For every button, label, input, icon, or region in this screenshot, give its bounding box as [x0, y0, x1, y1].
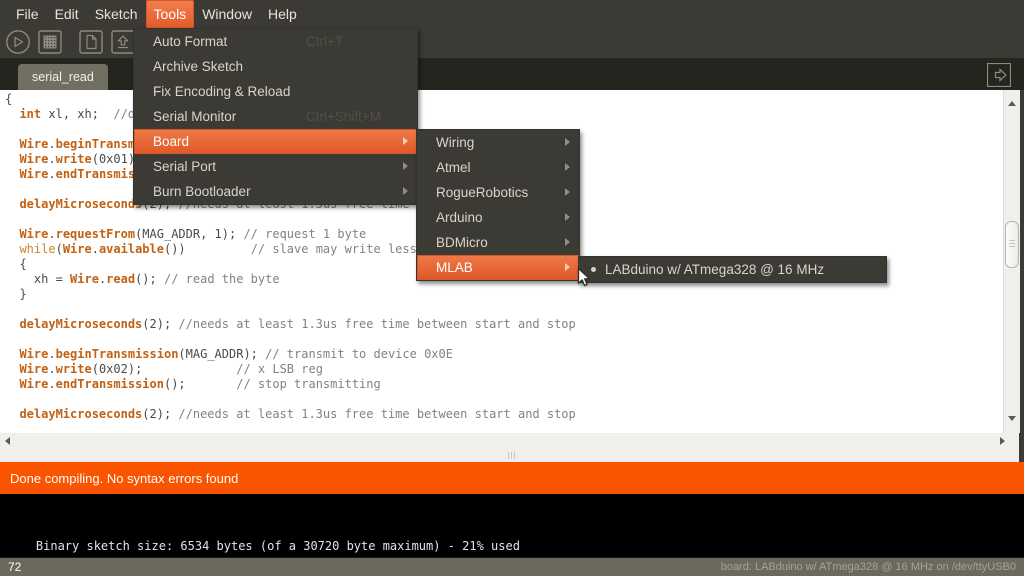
- scroll-up-arrow-icon[interactable]: [1008, 101, 1016, 106]
- console-output: Binary sketch size: 6534 bytes (of a 307…: [0, 494, 1024, 557]
- submenu-arrow-icon: [403, 137, 408, 145]
- splitter-grip-icon: [508, 452, 509, 459]
- menu-item-label: MLAB: [436, 260, 473, 275]
- menu-shortcut: Ctrl+Shift+M: [306, 104, 381, 129]
- submenu-arrow-icon: [565, 263, 570, 271]
- board-port-status: board: LABduino w/ ATmega328 @ 16 MHz on…: [721, 561, 1016, 573]
- code-line: [5, 332, 1003, 347]
- menu-item-label: Serial Port: [153, 159, 216, 174]
- menu-item-label: Wiring: [436, 135, 474, 150]
- menu-item-serial-monitor[interactable]: Serial Monitor Ctrl+Shift+M: [134, 104, 417, 129]
- compile-status-message: Done compiling. No syntax errors found: [10, 471, 238, 486]
- menubar-item-tools[interactable]: Tools: [146, 0, 195, 28]
- code-line: Wire.beginTransmission(MAG_ADDR); // tra…: [5, 347, 1003, 362]
- menu-item-label: Arduino: [436, 210, 483, 225]
- tab-menu-button[interactable]: [987, 63, 1011, 87]
- tab-menu-arrow-icon: [987, 74, 1011, 91]
- menu-item-atmel[interactable]: Atmel: [417, 155, 579, 180]
- menu-item-label: RogueRobotics: [436, 185, 528, 200]
- menu-item-label: LABduino w/ ATmega328 @ 16 MHz: [605, 262, 824, 277]
- verify-icon: [5, 29, 31, 55]
- scroll-down-arrow-icon[interactable]: [1008, 416, 1016, 421]
- submenu-arrow-icon: [565, 238, 570, 246]
- menu-item-labduino-w-atmega328-16-mhz[interactable]: LABduino w/ ATmega328 @ 16 MHz: [579, 257, 886, 282]
- submenu-arrow-icon: [403, 162, 408, 170]
- board-submenu: Wiring Atmel RogueRobotics Arduino BDMicro ML…: [416, 129, 580, 281]
- menu-item-label: Auto Format: [153, 34, 227, 49]
- submenu-arrow-icon: [565, 213, 570, 221]
- menu-item-burn-bootloader[interactable]: Burn Bootloader: [134, 179, 417, 204]
- menu-item-label: Atmel: [436, 160, 471, 175]
- menu-item-roguerobotics[interactable]: RogueRobotics: [417, 180, 579, 205]
- code-line: delayMicroseconds(2); //needs at least 1…: [5, 317, 1003, 332]
- console-text: Binary sketch size: 6534 bytes (of a 307…: [36, 539, 520, 553]
- menu-item-label: BDMicro: [436, 235, 488, 250]
- stop-icon: [37, 29, 63, 55]
- menu-item-bdmicro[interactable]: BDMicro: [417, 230, 579, 255]
- menu-item-arduino[interactable]: Arduino: [417, 205, 579, 230]
- menu-item-archive-sketch[interactable]: Archive Sketch: [134, 54, 417, 79]
- code-line: }: [5, 287, 1003, 302]
- menu-item-fix-encoding-reload[interactable]: Fix Encoding & Reload: [134, 79, 417, 104]
- cursor-line-number: 72: [8, 560, 21, 574]
- code-line: [5, 392, 1003, 407]
- scroll-right-arrow-icon[interactable]: [1000, 437, 1005, 445]
- verify-button[interactable]: [5, 29, 31, 55]
- stop-button[interactable]: [37, 29, 63, 55]
- pane-splitter[interactable]: [0, 449, 1019, 462]
- scroll-left-arrow-icon[interactable]: [5, 437, 10, 445]
- menubar-item-window[interactable]: Window: [194, 0, 260, 28]
- menubar-item-sketch[interactable]: Sketch: [87, 0, 146, 28]
- editor-horizontal-scrollbar[interactable]: [0, 433, 1019, 449]
- scrollbar-grip-icon: [1009, 243, 1015, 244]
- tools-menu: Auto Format Ctrl+T Archive Sketch Fix Encod…: [133, 28, 418, 205]
- new-sketch-button[interactable]: [78, 29, 104, 55]
- menu-item-wiring[interactable]: Wiring: [417, 130, 579, 155]
- menu-item-label: Fix Encoding & Reload: [153, 84, 290, 99]
- menu-item-label: Board: [153, 134, 189, 149]
- mouse-cursor-icon: [577, 267, 592, 293]
- menubar: FileEditSketchToolsWindowHelp: [0, 0, 1024, 28]
- code-line: Wire.write(0x02); // x LSB reg: [5, 362, 1003, 377]
- compile-status-bar: Done compiling. No syntax errors found: [0, 462, 1024, 494]
- vertical-scrollbar-thumb[interactable]: [1005, 221, 1019, 268]
- submenu-arrow-icon: [403, 187, 408, 195]
- menu-shortcut: Ctrl+T: [306, 29, 343, 54]
- mlab-submenu: LABduino w/ ATmega328 @ 16 MHz: [578, 256, 887, 283]
- editor-vertical-scrollbar[interactable]: [1003, 90, 1020, 433]
- code-line: Wire.endTransmission(); // stop transmit…: [5, 377, 1003, 392]
- menubar-item-file[interactable]: File: [8, 0, 47, 28]
- tab-serial-read[interactable]: serial_read: [18, 64, 108, 90]
- menubar-item-edit[interactable]: Edit: [47, 0, 87, 28]
- submenu-arrow-icon: [565, 188, 570, 196]
- menu-item-label: Serial Monitor: [153, 109, 236, 124]
- submenu-arrow-icon: [565, 163, 570, 171]
- menu-item-label: Burn Bootloader: [153, 184, 251, 199]
- menu-item-auto-format[interactable]: Auto Format Ctrl+T: [134, 29, 417, 54]
- submenu-arrow-icon: [565, 138, 570, 146]
- footer-status-strip: 72 board: LABduino w/ ATmega328 @ 16 MHz…: [0, 557, 1024, 576]
- new-sketch-icon: [78, 29, 104, 55]
- menu-item-board[interactable]: Board: [134, 129, 417, 154]
- code-line: [5, 302, 1003, 317]
- menu-item-mlab[interactable]: MLAB: [417, 255, 579, 280]
- code-line: delayMicroseconds(2); //needs at least 1…: [5, 407, 1003, 422]
- menu-item-label: Archive Sketch: [153, 59, 243, 74]
- menubar-item-help[interactable]: Help: [260, 0, 305, 28]
- arduino-ide-window: FileEditSketchToolsWindowHelp serial_rea…: [0, 0, 1024, 576]
- menu-item-serial-port[interactable]: Serial Port: [134, 154, 417, 179]
